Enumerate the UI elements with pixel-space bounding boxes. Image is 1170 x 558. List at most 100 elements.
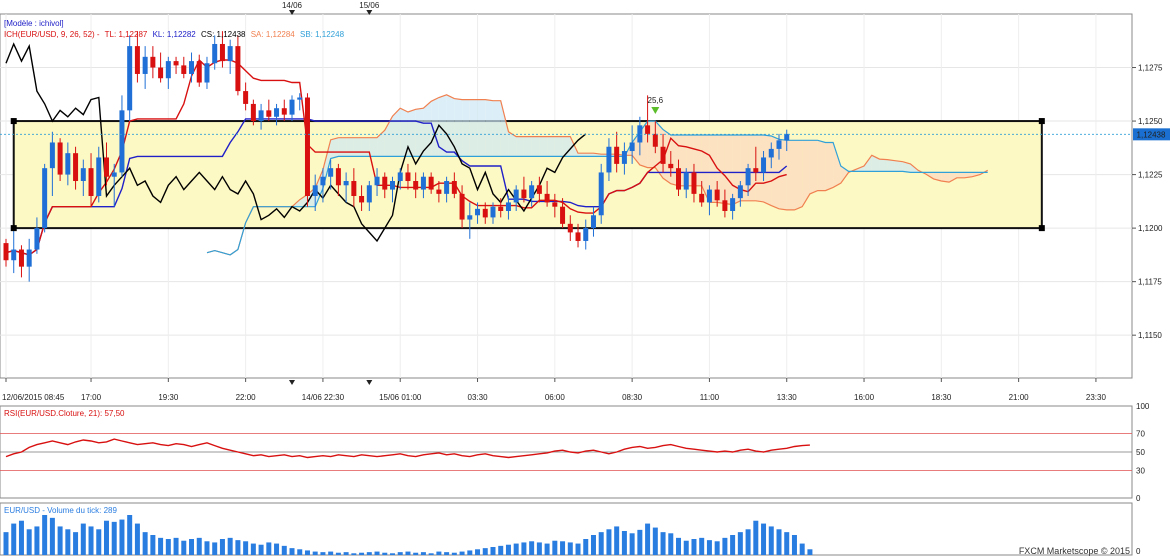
kumo-segment: [330, 137, 339, 159]
volume-bar: [784, 532, 790, 555]
candle: [529, 185, 535, 199]
candle: [173, 61, 179, 66]
candle: [606, 146, 612, 173]
candle: [212, 43, 218, 64]
volume-bar: [807, 549, 813, 555]
volume-bar: [791, 535, 797, 555]
candle: [103, 157, 109, 177]
volume-bar: [614, 526, 620, 555]
volume-bar: [436, 551, 442, 555]
candle: [413, 181, 419, 190]
volume-bar: [243, 541, 249, 555]
price-tick-label: 1,1250: [1138, 117, 1163, 126]
candle: [397, 172, 403, 182]
volume-bar: [196, 537, 202, 555]
volume-bar: [691, 539, 697, 555]
volume-bar: [73, 532, 79, 555]
volume-bar: [382, 552, 388, 555]
candle: [374, 176, 380, 186]
price-tick-label: 1,1150: [1138, 331, 1162, 340]
box-handle[interactable]: [10, 225, 17, 232]
current-price-tag-text: 1,12438: [1137, 130, 1166, 139]
candle: [737, 185, 743, 199]
candle: [776, 140, 782, 149]
kumo-segment: [547, 136, 555, 157]
candle: [645, 125, 651, 134]
candle: [343, 181, 349, 186]
candle: [189, 61, 195, 74]
volume-bar: [320, 552, 326, 555]
kumo-segment: [554, 136, 563, 157]
volume-bar: [529, 541, 535, 555]
volume-bar: [467, 550, 473, 555]
candle: [328, 168, 334, 177]
volume-bar: [544, 543, 550, 555]
candle: [150, 56, 156, 68]
volume-bar: [706, 540, 712, 555]
candle: [258, 110, 264, 122]
kumo-segment: [492, 100, 501, 157]
date-marker-icon: [289, 380, 296, 385]
volume-bar: [49, 517, 55, 555]
kl-label: KL: 1,12282: [153, 30, 197, 39]
candle: [583, 228, 589, 241]
volume-bar: [598, 532, 604, 555]
candle: [498, 206, 504, 211]
date-marker-label: 14/06: [282, 1, 303, 10]
volume-bar: [397, 552, 403, 555]
kumo-segment: [516, 136, 524, 157]
candle: [320, 176, 326, 186]
time-tick-label: 23:30: [1086, 393, 1107, 402]
box-handle[interactable]: [1038, 225, 1045, 232]
volume-label: EUR/USD - Volume du tick: 289: [4, 506, 117, 515]
candle: [88, 168, 94, 196]
candle: [57, 142, 63, 175]
volume-bar: [722, 537, 728, 555]
candle: [683, 172, 689, 190]
time-tick-label: 13:30: [777, 393, 798, 402]
volume-bar: [753, 520, 759, 555]
kumo-segment: [346, 137, 354, 157]
volume-bar: [714, 541, 720, 555]
candle: [552, 202, 558, 207]
volume-bar: [88, 526, 94, 555]
candle: [134, 46, 140, 74]
kumo-segment: [454, 98, 463, 157]
candle: [366, 185, 372, 203]
volume-bar: [289, 548, 295, 555]
kumo-segment: [809, 140, 818, 194]
candle: [11, 249, 17, 261]
volume-bar: [660, 532, 666, 555]
time-axis: 12/06/2015 08:45 17:00 19:30 22:00 14/06 22:…: [2, 378, 1106, 402]
volume-bar: [134, 523, 140, 555]
kumo-segment: [477, 99, 486, 157]
volume-bar: [181, 540, 187, 555]
candle: [444, 181, 450, 194]
volume-bar: [212, 542, 218, 555]
time-tick-label: 15/06 01:00: [379, 393, 422, 402]
volume-bar: [343, 552, 349, 555]
candle: [475, 208, 481, 216]
candle: [544, 193, 550, 203]
box-handle[interactable]: [10, 118, 17, 125]
volume-bar: [575, 543, 581, 555]
volume-bar: [521, 542, 527, 555]
volume-bar: [606, 529, 612, 555]
volume-bar: [328, 551, 334, 555]
time-tick-label: 12/06/2015 08:45: [2, 393, 65, 402]
volume-bar: [374, 551, 380, 555]
candle: [629, 142, 635, 152]
candle: [567, 223, 573, 233]
volume-bar: [258, 544, 264, 555]
volume-bar: [18, 520, 24, 555]
kumo-segment: [531, 136, 540, 157]
box-handle[interactable]: [1038, 118, 1045, 125]
current-price-tag: 1,12438: [1133, 128, 1170, 141]
kumo-segment: [353, 137, 362, 157]
time-tick-label: 16:00: [854, 393, 875, 402]
time-tick-label: 11:00: [700, 393, 720, 402]
volume-bar: [459, 551, 465, 555]
volume-bar: [274, 543, 280, 555]
candle: [335, 168, 341, 186]
date-marker-icon: [366, 380, 373, 385]
